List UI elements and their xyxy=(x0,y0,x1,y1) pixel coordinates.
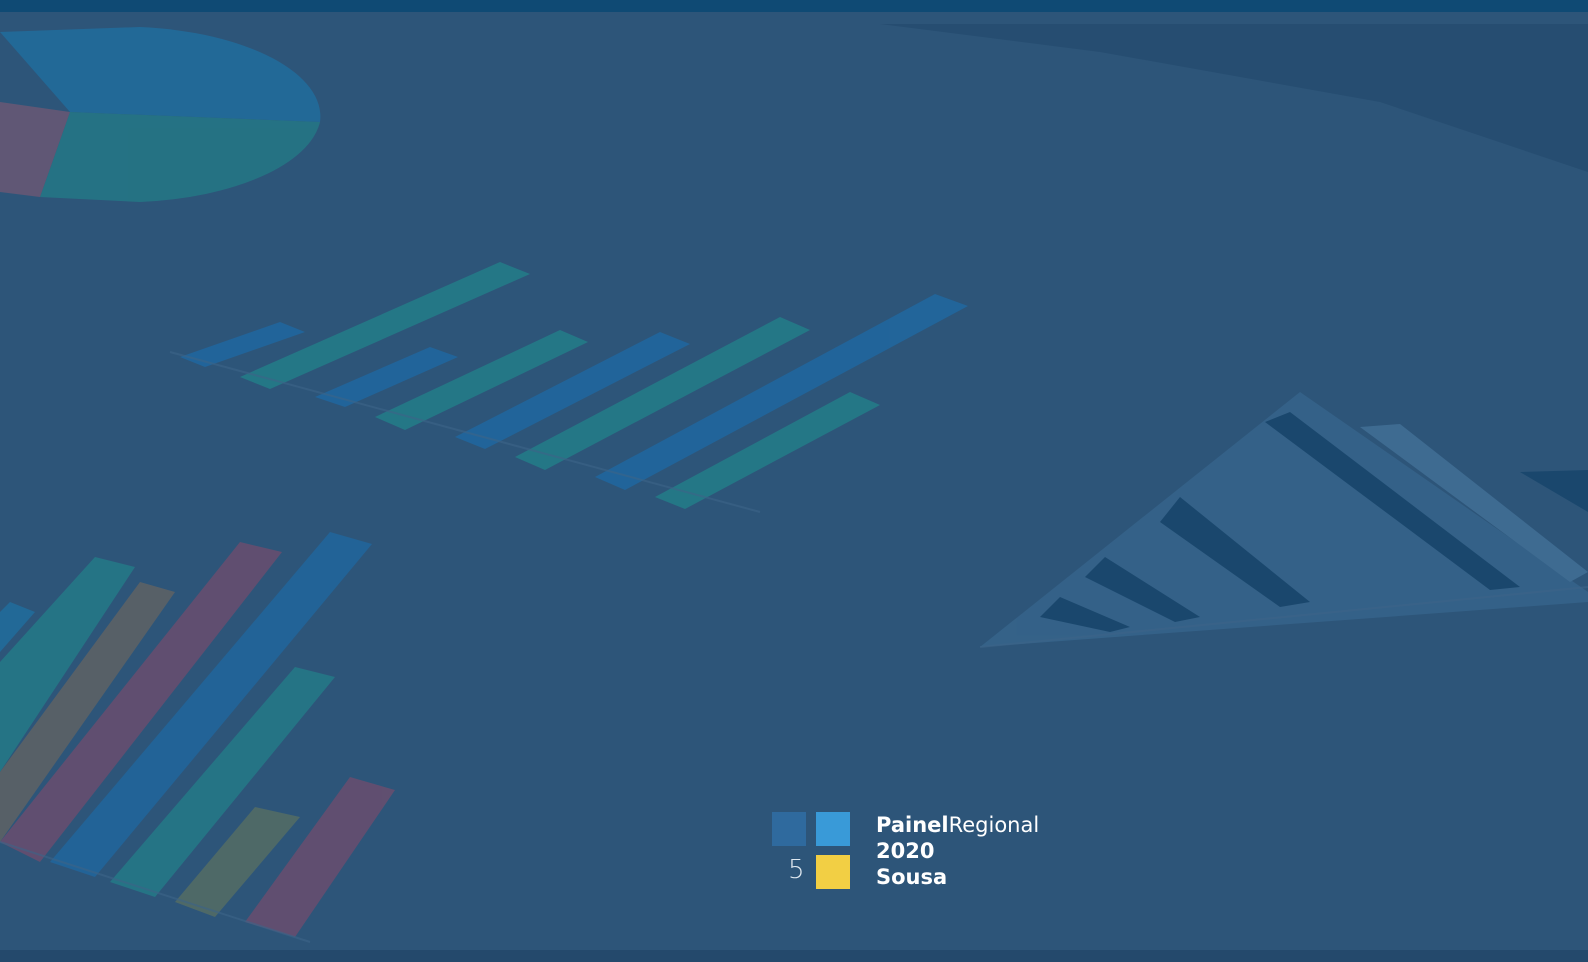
page-number: 5 xyxy=(788,855,805,885)
bg-bars-upper xyxy=(180,262,968,509)
brand-light: Regional xyxy=(948,813,1040,837)
logo-square-light xyxy=(816,812,850,846)
logo-square-yellow xyxy=(816,855,850,889)
bg-area-right xyxy=(980,392,1588,647)
bg-pie xyxy=(0,27,321,202)
brand-bold: Painel xyxy=(876,813,949,837)
bottom-strip xyxy=(0,950,1588,962)
bg-bars-lower xyxy=(0,532,395,937)
logo-square-dark xyxy=(772,812,806,846)
top-bar xyxy=(0,0,1588,12)
year-label: 2020 xyxy=(876,839,935,863)
painel-regional-logo: 5 PainelRegional 2020 Sousa xyxy=(772,812,1072,892)
logo-text: PainelRegional 2020 Sousa xyxy=(876,812,1039,890)
region-name: Sousa xyxy=(876,865,948,889)
brand-name: PainelRegional xyxy=(876,812,1039,838)
